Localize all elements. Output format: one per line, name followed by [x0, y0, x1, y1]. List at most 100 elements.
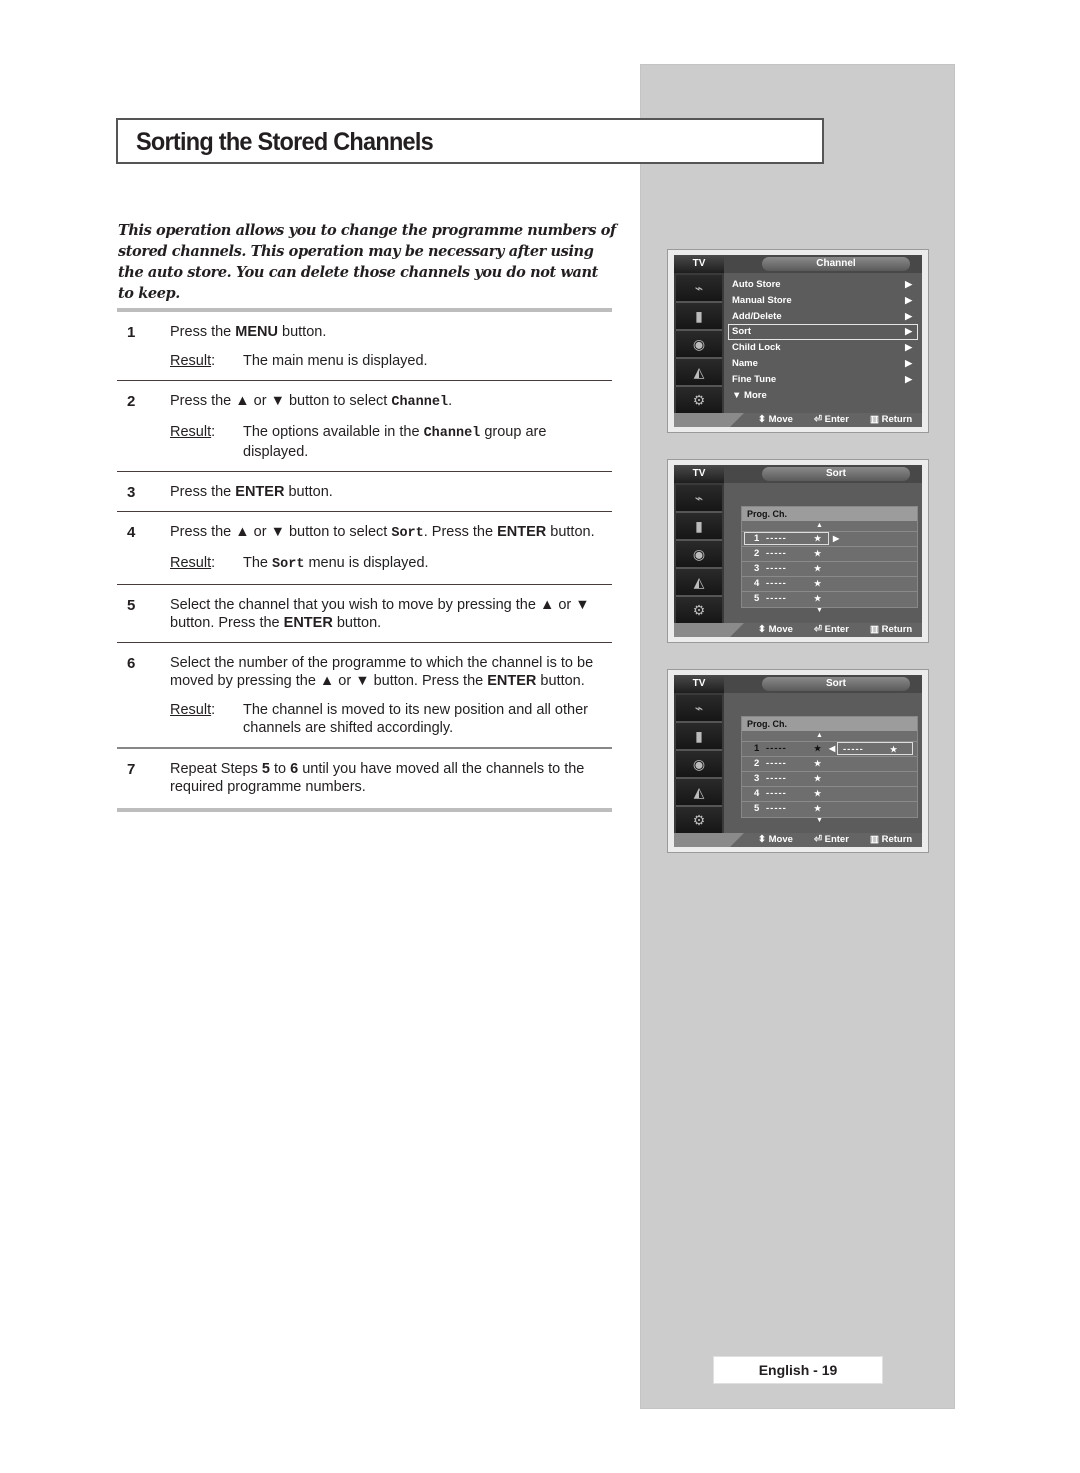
steps-list: 1 Press the MENU button. Result: The main…	[117, 308, 612, 812]
tv-label: TV	[674, 675, 724, 693]
step-number: 6	[127, 655, 136, 672]
channel-icon: ◭	[676, 359, 722, 387]
step-1: 1 Press the MENU button. Result: The main…	[117, 312, 612, 380]
step-number: 5	[127, 597, 136, 614]
step-number: 3	[127, 484, 136, 501]
arrow-left-icon: ◀	[829, 744, 836, 753]
table-row[interactable]: 1 ----- ★ ▶	[742, 531, 917, 546]
setup-icon: ⚙	[676, 597, 722, 625]
tv-label: TV	[674, 255, 724, 273]
arrow-right-icon: ▶	[833, 534, 840, 543]
step-number: 1	[127, 324, 136, 341]
step-7: 7 Repeat Steps 5 to 6 until you have mov…	[117, 749, 612, 806]
table-row[interactable]: 3 ----- ★	[742, 561, 917, 576]
enter-icon: ⏎	[814, 414, 822, 425]
star-icon: ★	[814, 534, 822, 543]
enter-icon: ⏎	[814, 834, 822, 845]
menu-item-child-lock[interactable]: Child Lock ▶	[728, 340, 918, 356]
table-row[interactable]: 5 ----- ★	[742, 591, 917, 606]
enter-icon: ⏎	[814, 624, 822, 635]
enter-hint: ⏎ Enter	[814, 834, 849, 845]
step-result: Result: The channel is moved to its new p…	[170, 702, 588, 736]
scroll-up-icon[interactable]: ▲	[742, 731, 917, 741]
menu-item-more[interactable]: ▼ More	[728, 388, 918, 404]
arrow-right-icon: ▶	[905, 279, 912, 289]
osd-icon-column: ⌁ ▮ ◉ ◭ ⚙	[674, 273, 724, 415]
move-hint: ⬍ Move	[758, 414, 793, 425]
result-label: Result	[170, 555, 212, 571]
enter-hint: ⏎ Enter	[814, 414, 849, 425]
setup-icon: ⚙	[676, 807, 722, 835]
step-result: Result: The main menu is displayed.	[170, 353, 428, 369]
star-icon: ★	[814, 744, 822, 753]
arrow-right-icon: ▶	[905, 326, 912, 337]
osd-footer: ⬍ Move ⏎ Enter ▥ Return	[674, 833, 922, 847]
input-icon: ⌁	[676, 485, 722, 513]
step-2: 2 Press the ▲ or ▼ button to select Chan…	[117, 381, 612, 471]
table-row[interactable]: 5 ----- ★	[742, 801, 917, 816]
osd-icon-column: ⌁ ▮ ◉ ◭ ⚙	[674, 693, 724, 835]
menu-item-auto-store[interactable]: Auto Store ▶	[728, 277, 918, 293]
menu-item-add-delete[interactable]: Add/Delete ▶	[728, 309, 918, 325]
step-3: 3 Press the ENTER button.	[117, 472, 612, 511]
result-label: Result	[170, 424, 212, 440]
step-5: 5 Select the channel that you wish to mo…	[117, 585, 612, 642]
step-instruction: Press the ▲ or ▼ button to select Channe…	[170, 393, 453, 410]
step-instruction: Press the ENTER button.	[170, 484, 333, 500]
picture-icon: ▮	[676, 513, 722, 541]
up-down-icon: ⬍	[758, 624, 766, 635]
sound-icon: ◉	[676, 331, 722, 359]
table-row[interactable]: 2 ----- ★	[742, 756, 917, 771]
enter-hint: ⏎ Enter	[814, 624, 849, 635]
table-row[interactable]: 3 ----- ★	[742, 771, 917, 786]
step-result: Result: The Sort menu is displayed.	[170, 555, 429, 572]
star-icon: ★	[814, 594, 822, 603]
table-row[interactable]: 2 ----- ★	[742, 546, 917, 561]
arrow-right-icon: ▶	[905, 373, 912, 384]
step-instruction: Repeat Steps 5 to 6 until you have moved…	[170, 761, 585, 795]
step-instruction: Press the MENU button.	[170, 324, 327, 340]
menu-icon: ▥	[870, 624, 879, 635]
osd-header: Sort	[762, 467, 910, 481]
title-box: Sorting the Stored Channels	[116, 118, 824, 164]
star-icon: ★	[890, 745, 898, 754]
arrow-right-icon: ▶	[905, 310, 912, 321]
step-6: 6 Select the number of the programme to …	[117, 643, 612, 747]
scroll-down-icon[interactable]: ▼	[742, 606, 917, 616]
step-result: Result: The options available in the Chan…	[170, 424, 547, 460]
picture-icon: ▮	[676, 303, 722, 331]
menu-item-fine-tune[interactable]: Fine Tune ▶	[728, 372, 918, 388]
picture-icon: ▮	[676, 723, 722, 751]
menu-item-manual-store[interactable]: Manual Store ▶	[728, 293, 918, 309]
tv-label: TV	[674, 465, 724, 483]
up-down-icon: ⬍	[758, 414, 766, 425]
star-icon: ★	[814, 549, 822, 558]
menu-item-sort[interactable]: Sort ▶	[728, 324, 918, 341]
step-number: 7	[127, 761, 136, 778]
up-down-icon: ⬍	[758, 834, 766, 845]
star-icon: ★	[814, 774, 822, 783]
page-number: English - 19	[713, 1356, 883, 1384]
osd-channel-menu: TV Channel ⌁ ▮ ◉ ◭ ⚙ Auto Store ▶ Manual …	[667, 249, 929, 433]
table-row[interactable]: 1 ----- ★ ◀ ----- ★	[742, 741, 917, 756]
table-row[interactable]: 4 ----- ★	[742, 576, 917, 591]
move-hint: ⬍ Move	[758, 834, 793, 845]
setup-icon: ⚙	[676, 387, 722, 415]
table-row[interactable]: 4 ----- ★	[742, 786, 917, 801]
return-hint: ▥ Return	[870, 624, 913, 635]
menu-item-name[interactable]: Name ▶	[728, 356, 918, 372]
star-icon: ★	[814, 564, 822, 573]
osd-menu-list: Auto Store ▶ Manual Store ▶ Add/Delete ▶ So…	[728, 277, 918, 403]
sound-icon: ◉	[676, 541, 722, 569]
osd-footer: ⬍ Move ⏎ Enter ▥ Return	[674, 623, 922, 637]
input-icon: ⌁	[676, 695, 722, 723]
moving-channel-box: ----- ★	[837, 742, 913, 755]
scroll-up-icon[interactable]: ▲	[742, 521, 917, 531]
step-instruction: Press the ▲ or ▼ button to select Sort. …	[170, 524, 595, 541]
scroll-down-icon[interactable]: ▼	[742, 816, 917, 826]
intro-text: This operation allows you to change the …	[118, 222, 616, 302]
osd-header: Channel	[762, 257, 910, 271]
step-number: 4	[127, 524, 136, 541]
sort-table: Prog. Ch. ▲ 1 ----- ★ ▶ 2 ----- ★ 3 ----- ★ 4 --…	[741, 506, 918, 614]
channel-icon: ◭	[676, 569, 722, 597]
